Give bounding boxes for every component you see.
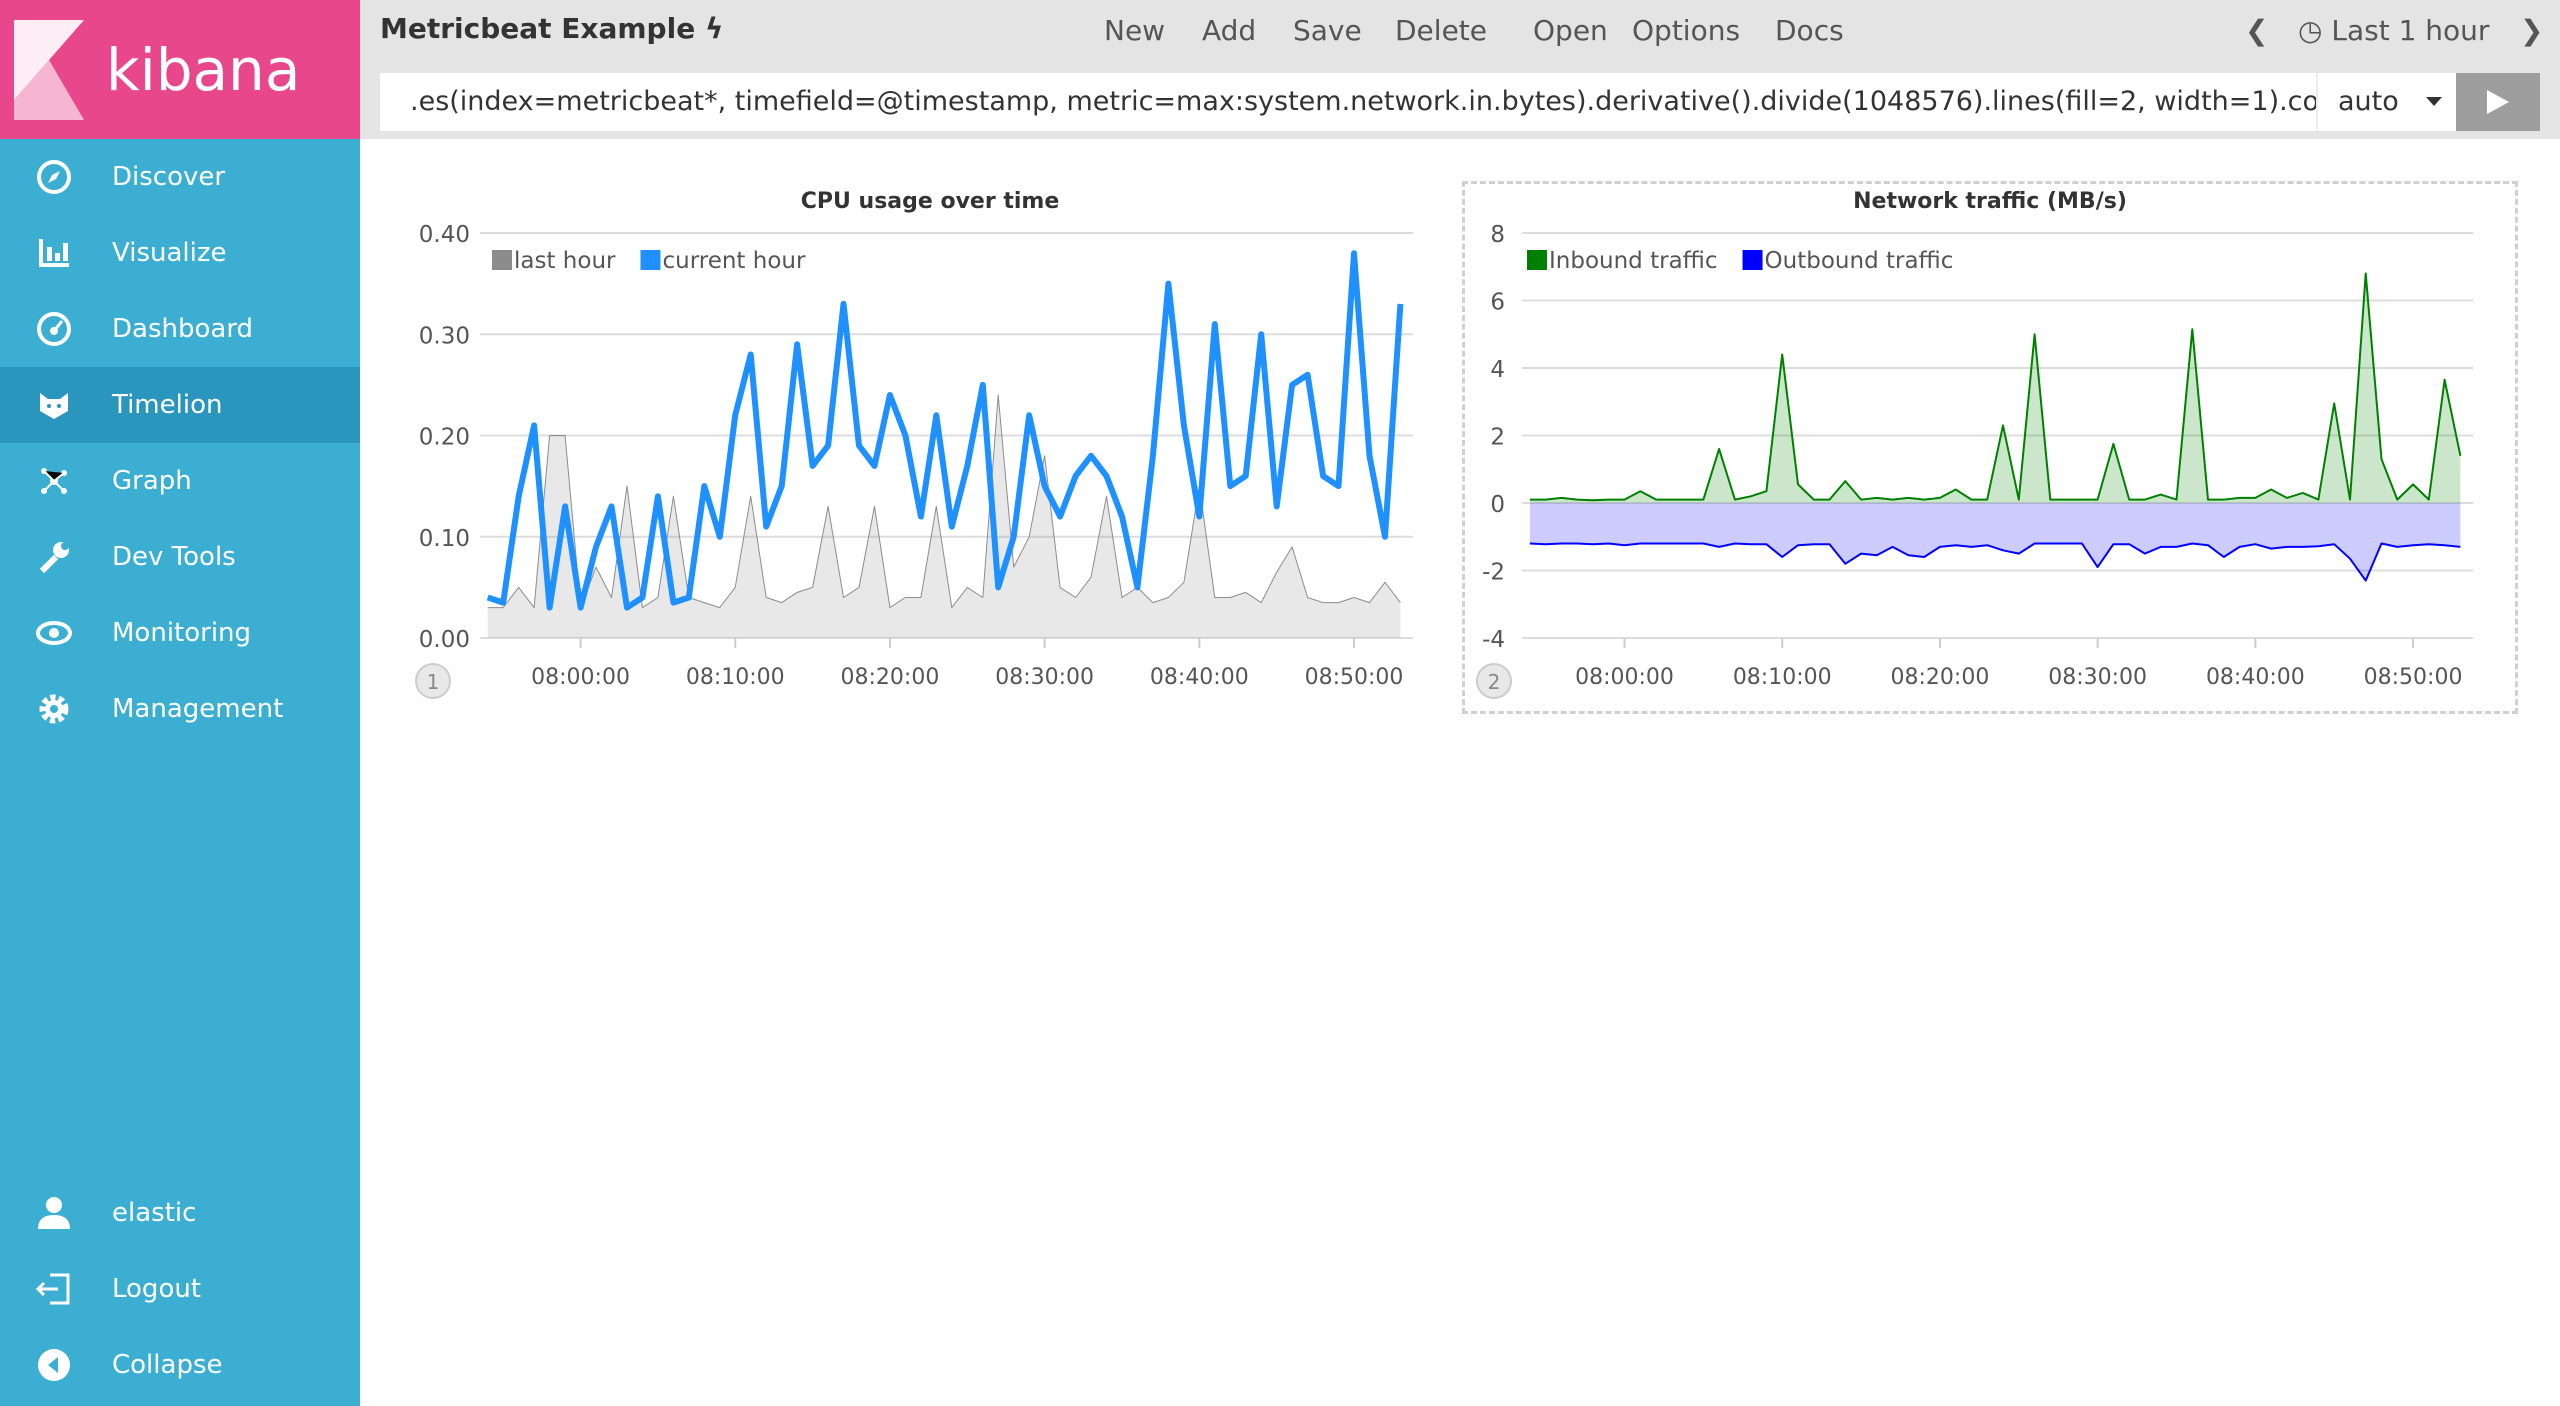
legend-swatch xyxy=(492,250,512,270)
sidebar-item-label: Visualize xyxy=(112,238,227,268)
menu-save-button[interactable]: Save xyxy=(1293,14,1362,47)
sidebar-item-label: Graph xyxy=(112,466,192,496)
menu-options-button[interactable]: Options xyxy=(1632,14,1740,47)
x-tick-label: 08:50:00 xyxy=(1305,665,1404,690)
chart-badge[interactable] xyxy=(415,663,451,699)
sidebar-item-management[interactable]: Management xyxy=(0,671,360,747)
eye-icon xyxy=(34,613,74,653)
dashboard-icon xyxy=(34,309,74,349)
x-tick-label: 08:20:00 xyxy=(841,665,940,690)
x-tick-label: 08:40:00 xyxy=(1150,665,1249,690)
legend-label[interactable]: current hour xyxy=(662,248,806,274)
caret-down-icon xyxy=(2426,97,2442,106)
menu-add-button[interactable]: Add xyxy=(1202,14,1256,47)
top-bar: Metricbeat Example ϟ New Add Save Delete Ope… xyxy=(360,0,2560,139)
interval-select[interactable]: auto xyxy=(2316,73,2456,131)
interval-value: auto xyxy=(2338,86,2399,117)
sidebar-item-label: Timelion xyxy=(112,390,223,420)
y-tick-label: 0.10 xyxy=(419,526,470,552)
chart-badge-number: 1 xyxy=(427,670,440,694)
user-icon xyxy=(34,1193,74,1233)
menu-delete-button[interactable]: Delete xyxy=(1395,14,1487,47)
clock-icon: ◷ xyxy=(2298,14,2323,47)
sidebar-item-label: Logout xyxy=(112,1274,202,1304)
time-back-button[interactable]: ❮ xyxy=(2245,14,2268,47)
sidebar-item-timelion[interactable]: Timelion xyxy=(0,367,360,443)
chart-title: CPU usage over time xyxy=(801,189,1060,214)
run-button[interactable] xyxy=(2456,73,2540,131)
sidebar-item-label: elastic xyxy=(112,1198,197,1228)
kibana-logo[interactable]: kibana xyxy=(0,0,360,139)
sidebar-item-collapse[interactable]: Collapse xyxy=(0,1327,360,1403)
wrench-icon xyxy=(34,537,74,577)
logout-icon xyxy=(34,1269,74,1309)
legend-swatch xyxy=(640,250,661,270)
sidebar-item-label: Dashboard xyxy=(112,314,254,344)
sidebar-item-label: Dev Tools xyxy=(112,542,236,572)
sidebar-item-discover[interactable]: Discover xyxy=(0,139,360,215)
collapse-icon xyxy=(34,1345,74,1385)
gear-icon xyxy=(34,689,74,729)
kibana-logo-icon xyxy=(14,19,84,120)
chart-1: CPU usage over time 0.00 0.10 0.20 0.30 0.40 0… xyxy=(415,189,1413,699)
sidebar-item-label: Management xyxy=(112,694,284,724)
sidebar-item-label: Discover xyxy=(112,162,226,192)
menu-new-button[interactable]: New xyxy=(1104,14,1165,47)
menu-open-button[interactable]: Open xyxy=(1533,14,1608,47)
x-tick-label: 08:30:00 xyxy=(995,665,1094,690)
time-forward-button[interactable]: ❯ xyxy=(2520,14,2543,47)
sidebar-item-elastic[interactable]: elastic xyxy=(0,1175,360,1251)
time-range-label: Last 1 hour xyxy=(2331,14,2490,47)
series-line-current-hour xyxy=(486,250,1404,611)
x-tick-label: 08:00:00 xyxy=(531,665,630,690)
compass-icon xyxy=(34,157,74,197)
menu-docs-button[interactable]: Docs xyxy=(1775,14,1844,47)
y-tick-label: 0.20 xyxy=(419,425,470,451)
sidebar-item-label: Collapse xyxy=(112,1350,223,1380)
network-chart-panel-selected[interactable] xyxy=(1462,181,2518,714)
series-line-last-hour xyxy=(487,394,1401,609)
sidebar-item-monitoring[interactable]: Monitoring xyxy=(0,595,360,671)
timelion-icon xyxy=(34,385,74,425)
sidebar-item-dashboard[interactable]: Dashboard xyxy=(0,291,360,367)
sidebar-item-label: Monitoring xyxy=(112,618,252,648)
page-title: Metricbeat Example ϟ xyxy=(380,12,723,45)
sheet-title: Metricbeat Example xyxy=(380,12,696,45)
expression-input[interactable]: .es(index=metricbeat*, timefield=@timest… xyxy=(380,73,2316,131)
legend-label[interactable]: last hour xyxy=(514,248,616,274)
lightning-icon: ϟ xyxy=(704,12,724,45)
play-icon xyxy=(2487,90,2509,114)
x-tick-label: 08:10:00 xyxy=(686,665,785,690)
sidebar-item-visualize[interactable]: Visualize xyxy=(0,215,360,291)
y-tick-label: 0.30 xyxy=(419,323,470,349)
brand-name: kibana xyxy=(106,35,301,104)
y-tick-label: 0.40 xyxy=(419,222,470,248)
sidebar: kibana Discover Visualize Dashboard Timelio… xyxy=(0,0,360,1406)
graph-icon xyxy=(34,461,74,501)
time-picker[interactable]: ◷ Last 1 hour xyxy=(2298,14,2489,47)
sidebar-item-logout[interactable]: Logout xyxy=(0,1251,360,1327)
y-tick-label: 0.00 xyxy=(419,627,470,653)
series-area xyxy=(487,395,1401,638)
bar-chart-icon xyxy=(34,233,74,273)
sidebar-item-graph[interactable]: Graph xyxy=(0,443,360,519)
sidebar-item-dev-tools[interactable]: Dev Tools xyxy=(0,519,360,595)
